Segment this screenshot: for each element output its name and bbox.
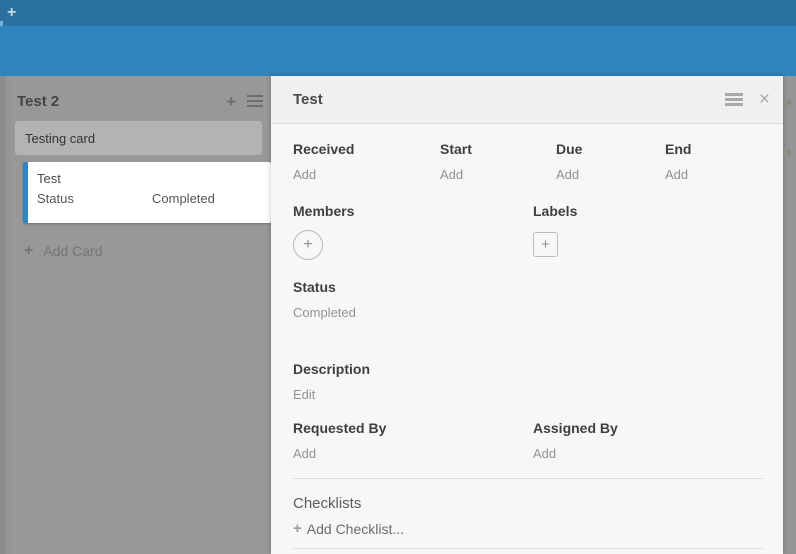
card-composer [14, 120, 263, 156]
minicard-field-value: Completed [152, 191, 215, 206]
list-test-2: Test 2 + Test Status Completed + Add Car… [10, 76, 271, 554]
requested-by-label: Requested By [293, 420, 533, 437]
section-divider [293, 548, 763, 549]
minicard-test[interactable]: Test Status Completed [23, 162, 271, 223]
add-checklist-button[interactable]: + Add Checklist... [293, 520, 404, 537]
list-add-card-icon[interactable]: + [226, 93, 236, 110]
list-title: Test 2 [17, 93, 226, 110]
plus-icon: + [541, 236, 550, 253]
date-field-due: Due Add [556, 141, 665, 182]
new-card-title-input[interactable] [14, 120, 263, 156]
members-labels-row: Members + Labels + [293, 203, 773, 260]
minicard-field-label: Status [37, 191, 152, 206]
add-member-button[interactable]: + [293, 230, 323, 260]
requested-by-add-link[interactable]: Add [293, 446, 533, 461]
assigned-by-add-link[interactable]: Add [533, 446, 773, 461]
checklists-label: Checklists [293, 495, 404, 513]
add-label-button[interactable]: + [533, 232, 558, 257]
peek-artifact [787, 150, 791, 155]
list-menu-icon[interactable] [247, 92, 263, 110]
start-add-link[interactable]: Add [440, 167, 556, 182]
labels-label: Labels [533, 203, 773, 220]
date-field-start: Start Add [440, 141, 556, 182]
card-menu-icon[interactable] [725, 91, 743, 108]
card-detail-body: Received Add Start Add Due Add End Add [271, 125, 783, 554]
board-header-bar [0, 26, 796, 76]
field-label: Due [556, 141, 665, 158]
plus-icon: + [303, 236, 312, 254]
add-board-icon[interactable]: + [7, 4, 16, 22]
field-label: Received [293, 141, 440, 158]
field-label: Start [440, 141, 556, 158]
top-navbar: + [0, 0, 796, 26]
card-title: Test [293, 91, 725, 108]
close-icon[interactable]: × [759, 90, 770, 109]
status-label: Status [293, 279, 356, 296]
labels-section: Labels + [533, 203, 773, 260]
requested-assigned-row: Requested By Add Assigned By Add [293, 420, 773, 461]
minicard-title: Test [37, 171, 263, 186]
list-header: Test 2 + [10, 76, 271, 110]
requested-by-section: Requested By Add [293, 420, 533, 461]
description-label: Description [293, 361, 370, 378]
description-edit-link[interactable]: Edit [293, 387, 370, 402]
date-field-end: End Add [665, 141, 775, 182]
card-detail-panel: Test × Received Add Start Add Due Add [271, 76, 783, 554]
status-section: Status Completed [293, 279, 356, 320]
add-checklist-label: Add Checklist... [307, 521, 404, 537]
board-left-edge [0, 76, 6, 554]
plus-icon: + [24, 242, 33, 260]
minicard-status-row: Status Completed [37, 191, 263, 206]
status-value: Completed [293, 305, 356, 320]
due-add-link[interactable]: Add [556, 167, 665, 182]
checklists-section: Checklists + Add Checklist... [293, 495, 404, 537]
date-field-received: Received Add [293, 141, 440, 182]
assigned-by-label: Assigned By [533, 420, 773, 437]
card-detail-header: Test × [271, 76, 783, 124]
description-section: Description Edit [293, 361, 370, 402]
field-label: End [665, 141, 775, 158]
add-card-button[interactable]: + Add Card [24, 242, 271, 260]
members-section: Members + [293, 203, 533, 260]
end-add-link[interactable]: Add [665, 167, 775, 182]
plus-icon: + [293, 520, 302, 537]
assigned-by-section: Assigned By Add [533, 420, 773, 461]
app-window: + Test 2 + Test Status Completed + Add C… [0, 0, 796, 554]
received-add-link[interactable]: Add [293, 167, 440, 182]
add-card-label: Add Card [43, 243, 102, 259]
peek-artifact [787, 100, 791, 105]
members-label: Members [293, 203, 533, 220]
date-fields-row: Received Add Start Add Due Add End Add [293, 141, 775, 182]
section-divider [293, 478, 763, 479]
